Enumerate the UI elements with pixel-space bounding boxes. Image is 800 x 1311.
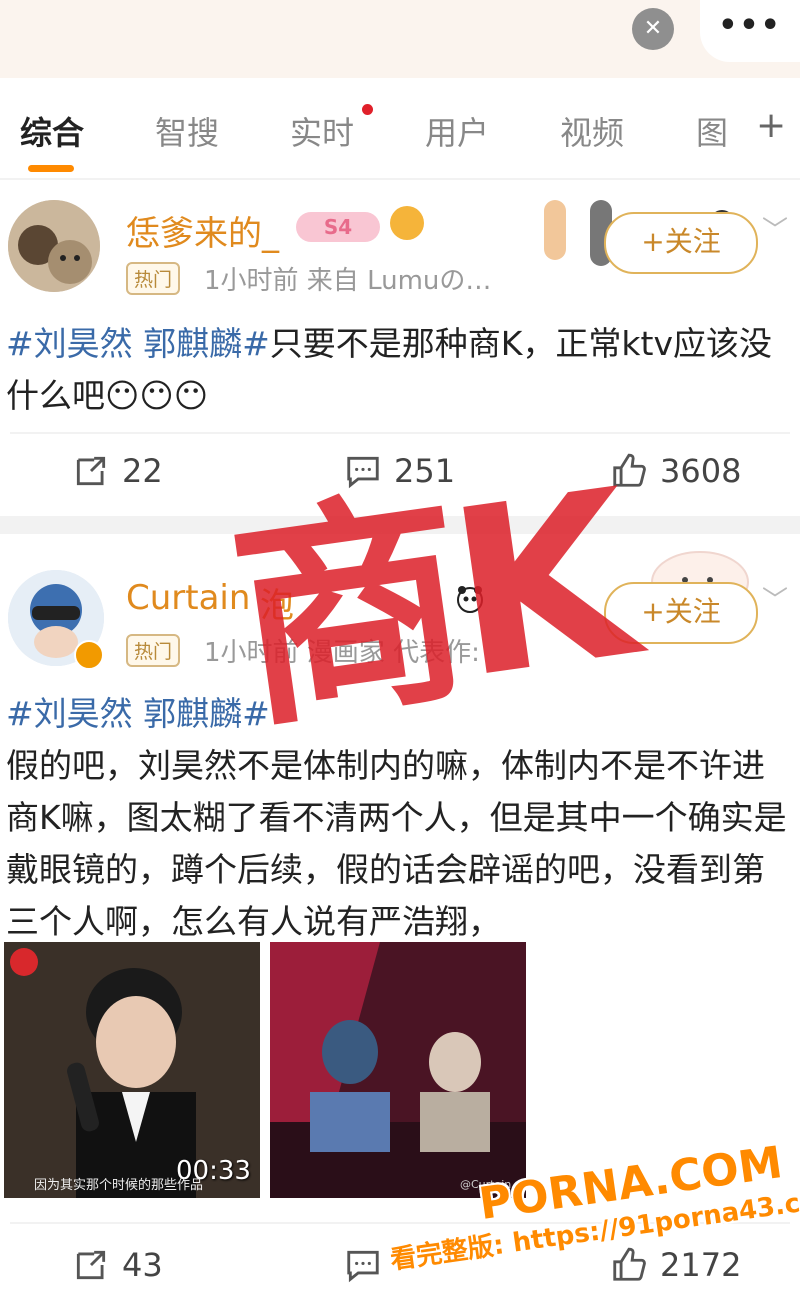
photo-thumbnail[interactable]: @Curtain bbox=[270, 942, 526, 1198]
post-text: #刘昊然 郭麒麟#只要不是那种商K，正常ktv应该没什么吧😶😶😶 bbox=[6, 318, 796, 422]
chevron-down-icon[interactable]: ﹀ bbox=[762, 210, 788, 247]
level-badge: S4 bbox=[296, 212, 380, 242]
verified-badge-icon bbox=[74, 640, 104, 670]
repost-icon bbox=[76, 1250, 106, 1280]
video-caption: 因为其实那个时候的那些作品 bbox=[34, 1178, 204, 1193]
close-icon[interactable]: ✕ bbox=[632, 8, 674, 50]
comment-button[interactable] bbox=[344, 1246, 394, 1284]
more-button[interactable]: ••• bbox=[700, 0, 800, 62]
divider bbox=[10, 432, 790, 434]
username[interactable]: 恁爹来的_ bbox=[126, 206, 279, 255]
like-count: 3608 bbox=[660, 452, 742, 490]
hot-badge: 热门 bbox=[126, 262, 181, 295]
tab-smart-search[interactable]: 智搜 bbox=[155, 108, 219, 154]
repost-icon bbox=[76, 456, 106, 486]
hot-badge: 热门 bbox=[126, 634, 181, 667]
tab-users[interactable]: 用户 bbox=[425, 108, 489, 154]
like-count: 2172 bbox=[660, 1246, 742, 1284]
hashtag-link[interactable]: #刘昊然 郭麒麟# bbox=[6, 324, 270, 363]
repost-button[interactable]: 43 bbox=[72, 1246, 163, 1284]
avatar[interactable] bbox=[8, 200, 100, 292]
tab-realtime[interactable]: 实时 bbox=[290, 108, 354, 154]
comment-icon bbox=[347, 1250, 379, 1283]
hashtag-link[interactable]: #刘昊然 郭麒麟# bbox=[6, 694, 270, 733]
repost-button[interactable]: 22 bbox=[72, 452, 163, 490]
chevron-down-icon[interactable]: ﹀ bbox=[762, 580, 788, 617]
active-tab-indicator bbox=[28, 165, 74, 172]
tab-video[interactable]: 视频 bbox=[560, 108, 624, 154]
add-tab-button[interactable]: + bbox=[756, 105, 786, 146]
repost-count: 43 bbox=[122, 1246, 163, 1284]
top-bar bbox=[0, 0, 800, 78]
tab-images[interactable]: 图 bbox=[696, 108, 728, 154]
follow-button[interactable]: +关注 bbox=[604, 212, 758, 274]
stamp-overlay: 商K bbox=[218, 442, 641, 761]
realtime-notification-dot bbox=[362, 104, 373, 115]
video-thumbnail[interactable]: 00:33 因为其实那个时候的那些作品 bbox=[4, 942, 260, 1198]
thumbs-up-icon bbox=[613, 1247, 646, 1281]
like-button[interactable]: 2172 bbox=[610, 1246, 741, 1284]
tab-comprehensive[interactable]: 综合 bbox=[20, 108, 84, 154]
tab-bar: 综合 智搜 实时 用户 视频 图 bbox=[0, 78, 800, 178]
repost-count: 22 bbox=[122, 452, 163, 490]
post-meta: 1小时前 来自 Lumuの… bbox=[204, 266, 492, 296]
fish-emoji-icon bbox=[390, 206, 424, 240]
post-body: 假的吧，刘昊然不是体制内的嘛，体制内不是不许进商K嘛，图太糊了看不清两个人，但是… bbox=[6, 746, 787, 941]
